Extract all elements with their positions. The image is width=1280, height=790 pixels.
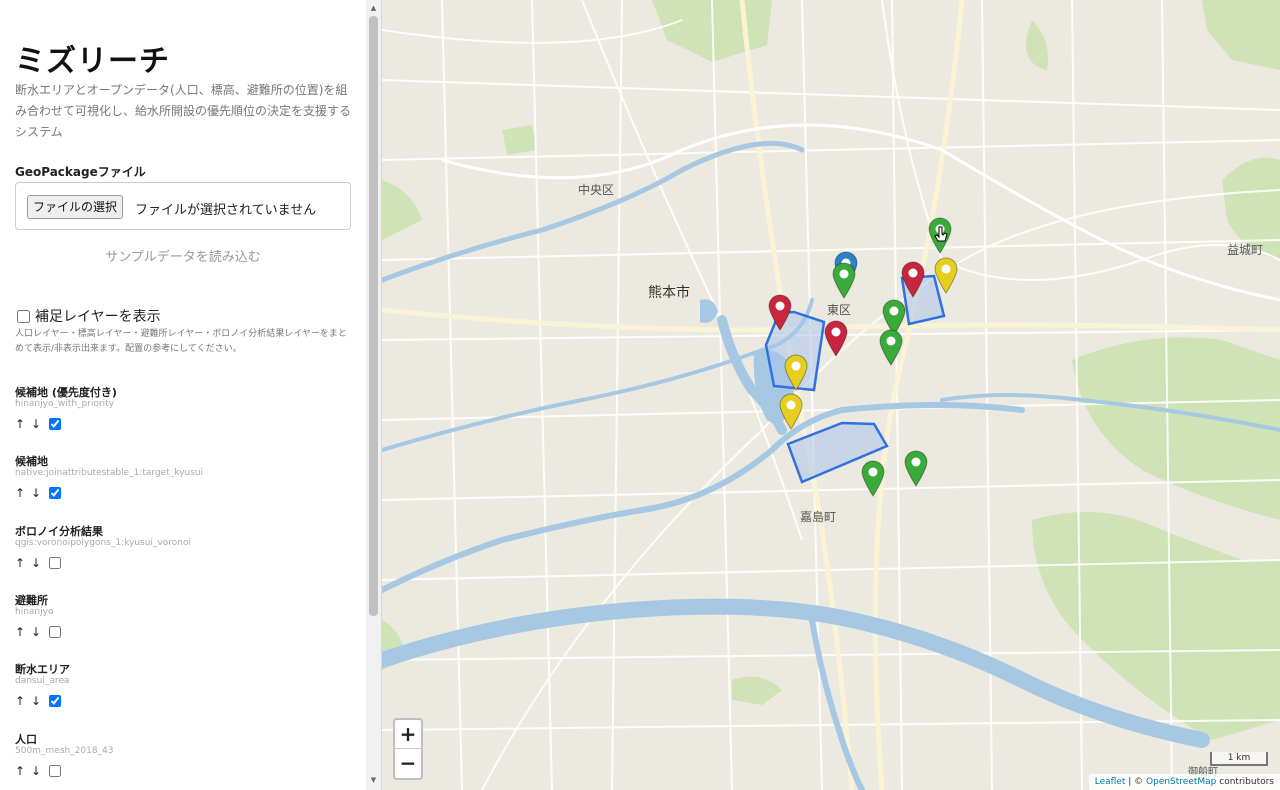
move-down-icon[interactable]: ↓ — [31, 486, 47, 500]
marker-pin-yellow[interactable] — [783, 353, 809, 391]
layer-controls: ↑ ↓ — [15, 417, 61, 431]
map-label-mashiki: 益城町 — [1227, 243, 1264, 257]
layer-visibility-checkbox[interactable] — [49, 487, 61, 499]
marker-pin-red[interactable] — [767, 293, 793, 331]
geopackage-label: GeoPackageファイル — [15, 165, 146, 179]
layer-controls: ↑ ↓ — [15, 556, 61, 570]
layer-id: native:joinattributestable_1:target_kyus… — [15, 468, 204, 478]
map-attribution: Leaflet | © OpenStreetMap contributors — [1088, 774, 1280, 790]
layer-controls: ↑ ↓ — [15, 764, 61, 778]
marker-pin-green[interactable] — [860, 459, 886, 497]
map-label-kumamoto: 熊本市 — [648, 285, 690, 301]
move-up-icon[interactable]: ↑ — [15, 625, 31, 639]
layer-name: 避難所 — [15, 594, 48, 607]
leaflet-link[interactable]: Leaflet — [1095, 777, 1126, 787]
layer-id: dansui_area — [15, 676, 70, 686]
marker-pin-red[interactable] — [900, 260, 926, 298]
move-down-icon[interactable]: ↓ — [31, 417, 47, 431]
map-view[interactable]: 中央区 熊本市 東区 嘉島町 益城町 御船町 + − 1 km Leaflet … — [382, 0, 1280, 790]
layer-visibility-checkbox[interactable] — [49, 626, 61, 638]
layer-name: 候補地 (優先度付き) — [15, 386, 117, 399]
aux-layers-note: 人口レイヤー・標高レイヤー・避難所レイヤー・ボロノイ分析結果レイヤーをまとめて表… — [15, 329, 347, 354]
move-down-icon[interactable]: ↓ — [31, 625, 47, 639]
move-up-icon[interactable]: ↑ — [15, 694, 31, 708]
scrollbar-thumb[interactable] — [369, 16, 378, 616]
layer-item-candidate: 候補地 native:joinattributestable_1:target_… — [15, 453, 353, 513]
layer-name: 人口 — [15, 733, 37, 746]
map-label-higashi: 東区 — [827, 303, 852, 317]
layer-id: hinanjyo_with_priority — [15, 399, 115, 409]
move-up-icon[interactable]: ↑ — [15, 556, 31, 570]
choose-file-button[interactable]: ファイルの選択 — [27, 195, 124, 219]
attribution-tail: contributors — [1216, 777, 1274, 787]
sidebar-scrollbar[interactable]: ▲ ▼ — [366, 0, 381, 790]
osm-link[interactable]: OpenStreetMap — [1146, 777, 1216, 787]
move-up-icon[interactable]: ↑ — [15, 417, 31, 431]
layer-id: qgis:voronoipolygons_1:kyusui_voronoi — [15, 538, 191, 548]
layer-visibility-checkbox[interactable] — [49, 695, 61, 707]
file-input-box[interactable]: ファイルの選択 ファイルが選択されていません — [15, 182, 351, 230]
highways — [441, 123, 1280, 302]
app-title: ミズリーチ — [15, 44, 170, 79]
zoom-control: + − — [393, 718, 423, 780]
layer-visibility-checkbox[interactable] — [49, 418, 61, 430]
file-status-text: ファイルが選択されていません — [135, 203, 317, 218]
move-down-icon[interactable]: ↓ — [31, 764, 47, 778]
aux-layers-label: 補足レイヤーを表示 — [35, 309, 161, 325]
load-sample-data-link[interactable]: サンプルデータを読み込む — [15, 246, 351, 265]
layer-id: hinanjyo — [15, 607, 54, 617]
move-down-icon[interactable]: ↓ — [31, 556, 47, 570]
layer-name: 断水エリア — [15, 663, 70, 676]
layer-name: ボロノイ分析結果 — [15, 525, 103, 538]
sidebar: ミズリーチ 断水エリアとオープンデータ(人口、標高、避難所の位置)を組み合わせて… — [0, 0, 382, 790]
marker-pin-green[interactable] — [878, 328, 904, 366]
zoom-in-button[interactable]: + — [395, 720, 421, 749]
marker-pin-yellow[interactable] — [933, 256, 959, 294]
move-up-icon[interactable]: ↑ — [15, 764, 31, 778]
marker-pin-green[interactable] — [903, 449, 929, 487]
zoom-out-button[interactable]: − — [395, 749, 421, 778]
scroll-down-icon[interactable]: ▼ — [366, 776, 381, 786]
attribution-separator: | © — [1125, 777, 1147, 787]
layer-visibility-checkbox[interactable] — [49, 557, 61, 569]
aux-layers-toggle[interactable]: 補足レイヤーを表示 — [17, 306, 161, 326]
layer-id: 500m_mesh_2018_43 — [15, 746, 114, 756]
layer-item-voronoi: ボロノイ分析結果 qgis:voronoipolygons_1:kyusui_v… — [15, 523, 353, 583]
layer-visibility-checkbox[interactable] — [49, 765, 61, 777]
move-down-icon[interactable]: ↓ — [31, 694, 47, 708]
marker-pin-green[interactable] — [831, 261, 857, 299]
mouse-cursor-icon — [934, 226, 948, 242]
layer-controls: ↑ ↓ — [15, 694, 61, 708]
layer-item-outage-area: 断水エリア dansui_area ↑ ↓ — [15, 661, 353, 721]
aux-layers-checkbox[interactable] — [17, 309, 30, 323]
marker-pin-red[interactable] — [823, 319, 849, 357]
app-description: 断水エリアとオープンデータ(人口、標高、避難所の位置)を組み合わせて可視化し、給… — [15, 83, 352, 139]
layer-item-population: 人口 500m_mesh_2018_43 ↑ ↓ — [15, 731, 353, 790]
map-label-kashima: 嘉島町 — [800, 510, 837, 524]
marker-pin-yellow[interactable] — [778, 392, 804, 430]
layer-controls: ↑ ↓ — [15, 625, 61, 639]
map-label-chuo: 中央区 — [578, 183, 615, 197]
map-tiles — [382, 0, 1280, 790]
scale-bar: 1 km — [1210, 752, 1268, 766]
layer-name: 候補地 — [15, 455, 48, 468]
layer-item-shelter: 避難所 hinanjyo ↑ ↓ — [15, 592, 353, 652]
layer-controls: ↑ ↓ — [15, 486, 61, 500]
move-up-icon[interactable]: ↑ — [15, 486, 31, 500]
layer-item-candidate-priority: 候補地 (優先度付き) hinanjyo_with_priority ↑ ↓ — [15, 384, 353, 444]
scroll-up-icon[interactable]: ▲ — [366, 4, 381, 14]
